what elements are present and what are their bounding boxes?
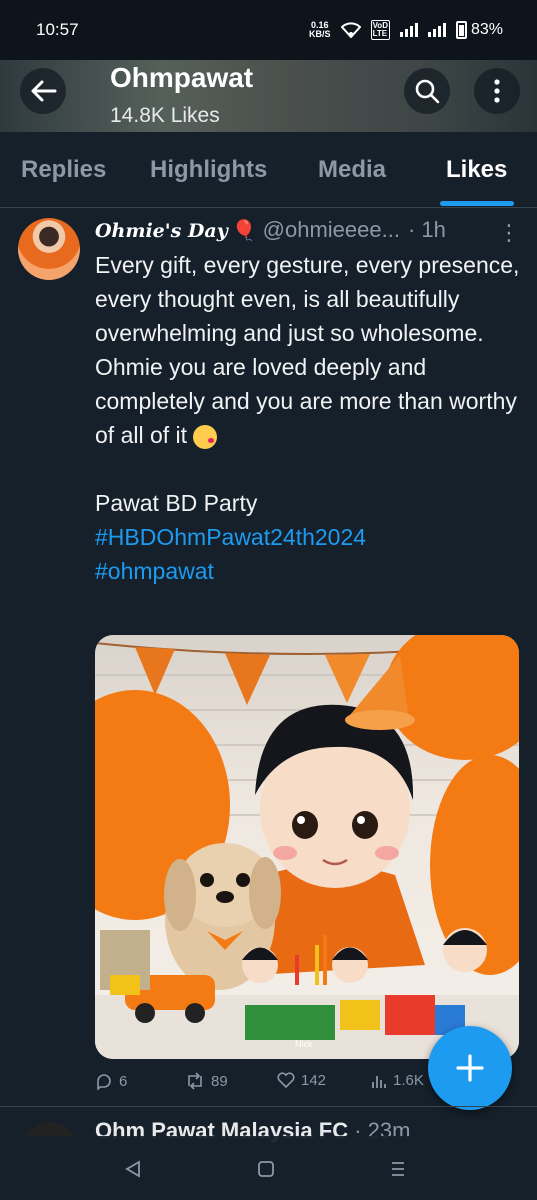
battery-icon [455,21,467,39]
signal-icon-sim2 [427,23,446,37]
triangle-back-icon [125,1160,140,1178]
likes-count: 14.8K Likes [110,104,220,127]
retweet-count: 89 [211,1072,228,1090]
nav-recents-button[interactable] [383,1154,413,1184]
tweet-divider [0,1106,537,1107]
system-nav-bar [0,1136,537,1200]
tweet-display-name[interactable]: Ohmie's Day [95,220,228,242]
menu-lines-icon [392,1162,404,1176]
search-button[interactable] [404,68,450,114]
wifi-icon [340,22,361,38]
tweet-handle[interactable]: @ohmieeee... [263,217,400,243]
balloon-emoji: 🎈 [231,220,257,242]
retweet-icon [188,1072,202,1090]
retweet-button[interactable]: 89 [185,1072,228,1090]
nav-home-button[interactable] [251,1154,281,1184]
tab-media[interactable]: Media [318,156,386,184]
views-button[interactable]: 1.6K [371,1072,424,1089]
volte-icon: VoD LTE [370,20,390,40]
status-time: 10:57 [36,20,79,39]
tweet-image[interactable]: Nick [95,635,519,1059]
profile-header: Ohmpawat 14.8K Likes [0,60,537,132]
tweet-header: Ohmie's Day 🎈 @ohmieeee... · 1h [95,217,446,243]
hashtag-link[interactable]: #ohmpawat [95,554,525,588]
reply-count: 6 [119,1072,128,1090]
back-button[interactable] [20,68,66,114]
plus-icon [456,1054,484,1082]
profile-tabs: Replies Highlights Media Likes [0,132,537,208]
more-vertical-icon [494,79,500,103]
search-icon [415,79,440,104]
profile-name: Ohmpawat [110,62,254,93]
active-tab-indicator [440,201,514,206]
nav-back-button[interactable] [118,1154,148,1184]
views-count: 1.6K [393,1072,424,1089]
battery-percent: 83% [470,21,503,38]
tab-replies[interactable]: Replies [21,156,106,184]
tweet-body-line2: Pawat BD Party [95,490,258,516]
image-watermark: Nick [295,1039,313,1049]
back-arrow-icon [31,80,57,102]
reply-icon [97,1074,111,1090]
hashtag-link[interactable]: #HBDOhmPawat24th2024 [95,520,525,554]
tweet-more-icon[interactable]: ⋮ [498,220,520,246]
status-bar: 10:57 0.16 KB/S VoD LTE 83% [0,0,537,60]
square-home-icon [258,1161,274,1177]
tweet-avatar[interactable] [18,218,80,280]
network-speed-unit: KB/S [309,29,331,39]
tab-likes[interactable]: Likes [446,156,507,184]
battery: 83% [455,21,503,39]
like-count: 142 [301,1072,327,1089]
volte-bottom: LTE [372,29,388,38]
views-icon [372,1075,386,1088]
more-button[interactable] [474,68,520,114]
tweet-time: · 1h [407,217,446,242]
compose-button[interactable] [428,1026,512,1110]
network-speed: 0.16 KB/S [309,21,331,39]
reply-button[interactable]: 6 [95,1072,127,1090]
signal-icon-sim1 [399,23,418,37]
heart-icon [277,1072,295,1089]
birthday-illustration: Nick [95,635,519,1059]
kissing-face-emoji [193,424,218,449]
like-button[interactable]: 142 [277,1072,326,1089]
status-icons: 0.16 KB/S VoD LTE 83% [309,20,503,40]
tweet-body-text: Every gift, every gesture, every presenc… [95,252,520,448]
tab-highlights[interactable]: Highlights [150,156,267,184]
tweet-text: Every gift, every gesture, every presenc… [95,248,525,588]
